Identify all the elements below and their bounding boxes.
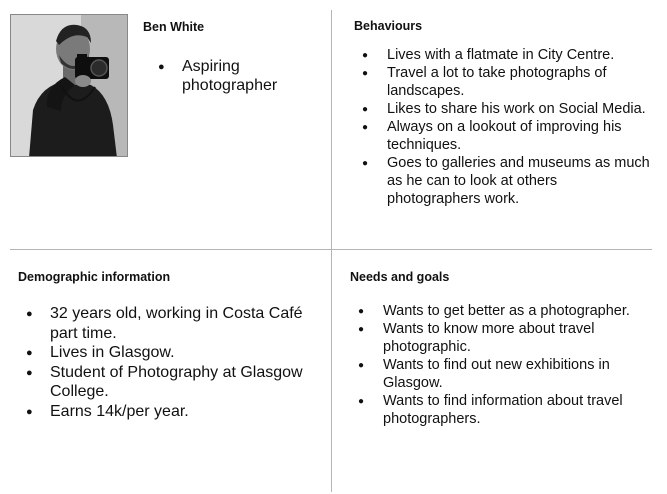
demographic-item: Earns 14k/per year. <box>26 402 326 421</box>
demographic-list: 32 years old, working in Costa Café part… <box>26 304 326 421</box>
needs-heading: Needs and goals <box>350 270 450 284</box>
photographer-image <box>11 15 127 156</box>
persona-photo <box>10 14 128 157</box>
vertical-divider <box>331 10 332 492</box>
demographic-item: Lives in Glasgow. <box>26 343 326 363</box>
behaviour-item: Lives with a flatmate in City Centre. <box>362 46 652 65</box>
needs-item: Wants to find information about travel p… <box>358 392 658 428</box>
needs-item: Wants to get better as a photographer. <box>358 302 658 321</box>
tagline-item: Aspiring photographer <box>158 57 328 95</box>
behaviour-item: Always on a lookout of improving his tec… <box>362 118 652 154</box>
needs-list: Wants to get better as a photographer. W… <box>358 302 658 428</box>
behaviours-heading: Behaviours <box>354 19 423 33</box>
demographic-item: Student of Photography at Glasgow Colleg… <box>26 363 326 402</box>
demographic-item: 32 years old, working in Costa Café part… <box>26 304 326 343</box>
behaviour-item: Travel a lot to take photographs of land… <box>362 64 652 100</box>
demographic-heading: Demographic information <box>18 270 171 284</box>
horizontal-divider <box>10 249 652 250</box>
needs-item: Wants to know more about travel photogra… <box>358 320 658 356</box>
persona-tagline-list: Aspiring photographer <box>158 57 328 95</box>
needs-item: Wants to find out new exhibitions in Gla… <box>358 356 658 392</box>
behaviours-list: Lives with a flatmate in City Centre. Tr… <box>362 46 652 208</box>
behaviour-item: Goes to galleries and museums as much as… <box>362 154 652 208</box>
persona-name: Ben White <box>143 20 205 34</box>
behaviour-item: Likes to share his work on Social Media. <box>362 100 652 119</box>
